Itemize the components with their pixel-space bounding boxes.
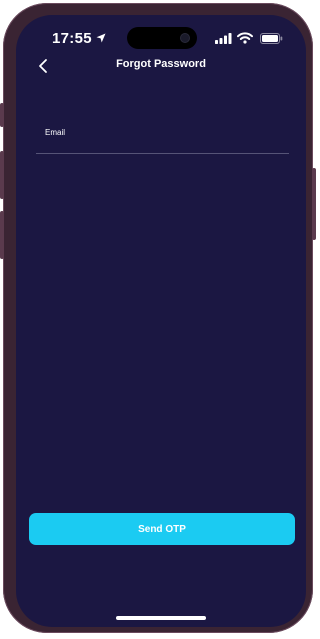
status-time: 17:55 xyxy=(52,30,92,47)
dynamic-island xyxy=(127,27,197,49)
location-arrow-icon xyxy=(96,33,106,43)
volume-up-button xyxy=(0,151,4,199)
volume-down-button xyxy=(0,211,4,259)
send-otp-button[interactable]: Send OTP xyxy=(29,513,295,545)
power-button xyxy=(312,168,316,240)
battery-icon xyxy=(260,33,283,44)
phone-frame: 17:55 Forgot Password Email Send OTP xyxy=(0,3,316,633)
email-field[interactable] xyxy=(36,139,289,154)
page-title: Forgot Password xyxy=(116,58,206,70)
email-label: Email xyxy=(45,128,66,137)
front-camera xyxy=(181,34,189,42)
app-screen: 17:55 Forgot Password Email Send OTP xyxy=(16,15,306,627)
action-button xyxy=(0,103,4,127)
cellular-signal-icon xyxy=(215,33,232,44)
home-indicator[interactable] xyxy=(116,616,206,620)
navigation-bar: Forgot Password xyxy=(16,53,306,79)
wifi-icon xyxy=(237,32,253,44)
